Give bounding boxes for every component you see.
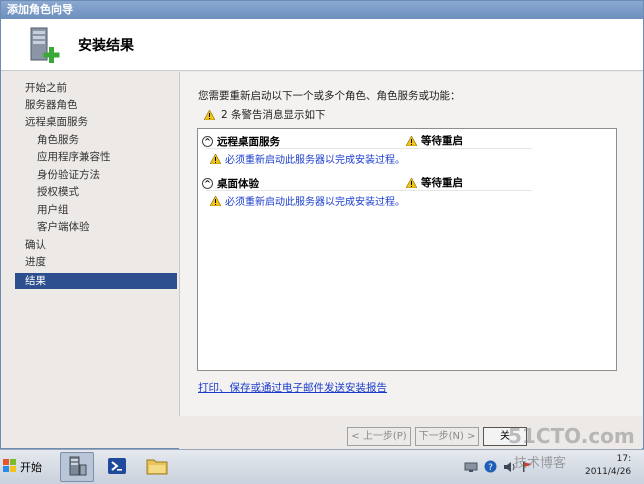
nav-step-client-experience[interactable]: 客户端体验 (15, 219, 177, 235)
next-button[interactable]: 下一步(N) > (415, 427, 479, 446)
previous-button[interactable]: < 上一步(P) (347, 427, 411, 446)
nav-step-authentication-method[interactable]: 身份验证方法 (15, 167, 177, 183)
section-status: 等待重启 (406, 175, 463, 190)
server-add-icon (25, 25, 67, 67)
section-remote-desktop-services[interactable]: ^ 远程桌面服务 (202, 133, 532, 149)
section-title: 桌面体验 (217, 177, 259, 190)
section-title: 远程桌面服务 (217, 135, 280, 148)
nav-step-app-compatibility[interactable]: 应用程序兼容性 (15, 149, 177, 165)
collapse-up-icon[interactable]: ^ (202, 135, 213, 147)
watermark-blog: 技术博客 (514, 456, 567, 471)
results-list: ^ 远程桌面服务 等待重启 必须重新启动此服务器以完成安装过程。 ^ 桌面体验 (197, 128, 617, 371)
clock[interactable]: 17: 2011/4/26 (585, 453, 631, 479)
warning-icon (406, 177, 417, 188)
section-desktop-experience[interactable]: ^ 桌面体验 (202, 175, 532, 191)
section-status-text: 等待重启 (421, 177, 463, 189)
powershell-icon (106, 455, 128, 480)
section-status: 等待重启 (406, 133, 463, 148)
nav-step-before-you-begin[interactable]: 开始之前 (15, 80, 177, 96)
taskbar-server-manager[interactable] (60, 452, 94, 482)
taskbar-powershell[interactable] (100, 452, 134, 482)
start-label: 开始 (20, 461, 42, 474)
warning-icon (210, 195, 221, 206)
section-divider (206, 190, 532, 191)
section-message-text: 必须重新启动此服务器以完成安装过程。 (225, 197, 405, 208)
nav-step-confirmation[interactable]: 确认 (15, 237, 177, 253)
svg-text:?: ? (488, 463, 493, 473)
help-icon[interactable]: ? (484, 460, 497, 476)
nav-step-user-groups[interactable]: 用户组 (15, 202, 177, 218)
warning-summary: 2 条警告消息显示如下 (204, 107, 326, 122)
warning-icon (406, 135, 417, 146)
network-icon[interactable] (464, 461, 478, 476)
add-roles-wizard-window: 添加角色向导 安装结果 开始之前 服务器角色 远程桌面服务 角色服务 应用程序兼… (0, 0, 644, 450)
watermark-site: 51CTO.com (508, 424, 635, 448)
start-button[interactable]: 开始 (3, 454, 45, 480)
windows-logo-icon (3, 459, 17, 475)
nav-step-results[interactable]: 结果 (15, 273, 177, 289)
print-save-email-report-link[interactable]: 打印、保存或通过电子邮件发送安装报告 (198, 380, 387, 395)
section-message-text: 必须重新启动此服务器以完成安装过程。 (225, 155, 405, 166)
taskbar-explorer[interactable] (140, 452, 174, 482)
wizard-steps-nav: 开始之前 服务器角色 远程桌面服务 角色服务 应用程序兼容性 身份验证方法 授权… (15, 78, 177, 408)
nav-step-licensing-mode[interactable]: 授权模式 (15, 184, 177, 200)
collapse-up-icon[interactable]: ^ (202, 177, 213, 189)
warning-icon (210, 153, 221, 164)
results-content: 您需要重新启动以下一个或多个角色、角色服务或功能： 2 条警告消息显示如下 ^ … (179, 72, 642, 416)
clock-time: 17: (616, 454, 632, 464)
clock-date: 2011/4/26 (585, 467, 632, 477)
server-manager-icon (66, 455, 88, 480)
warning-summary-text: 2 条警告消息显示如下 (221, 109, 326, 121)
section-message: 必须重新启动此服务器以完成安装过程。 (210, 193, 405, 208)
section-divider (206, 148, 532, 149)
folder-icon (145, 455, 169, 480)
section-status-text: 等待重启 (421, 135, 463, 147)
nav-step-progress[interactable]: 进度 (15, 254, 177, 270)
window-title: 添加角色向导 (1, 1, 643, 19)
wizard-header: 安装结果 (1, 19, 643, 71)
section-message: 必须重新启动此服务器以完成安装过程。 (210, 151, 405, 166)
page-title: 安装结果 (78, 38, 134, 54)
nav-step-remote-desktop-services[interactable]: 远程桌面服务 (15, 114, 177, 130)
nav-step-role-services[interactable]: 角色服务 (15, 132, 177, 148)
restart-intro-text: 您需要重新启动以下一个或多个角色、角色服务或功能： (198, 90, 461, 102)
warning-icon (204, 109, 215, 120)
nav-step-server-roles[interactable]: 服务器角色 (15, 97, 177, 113)
